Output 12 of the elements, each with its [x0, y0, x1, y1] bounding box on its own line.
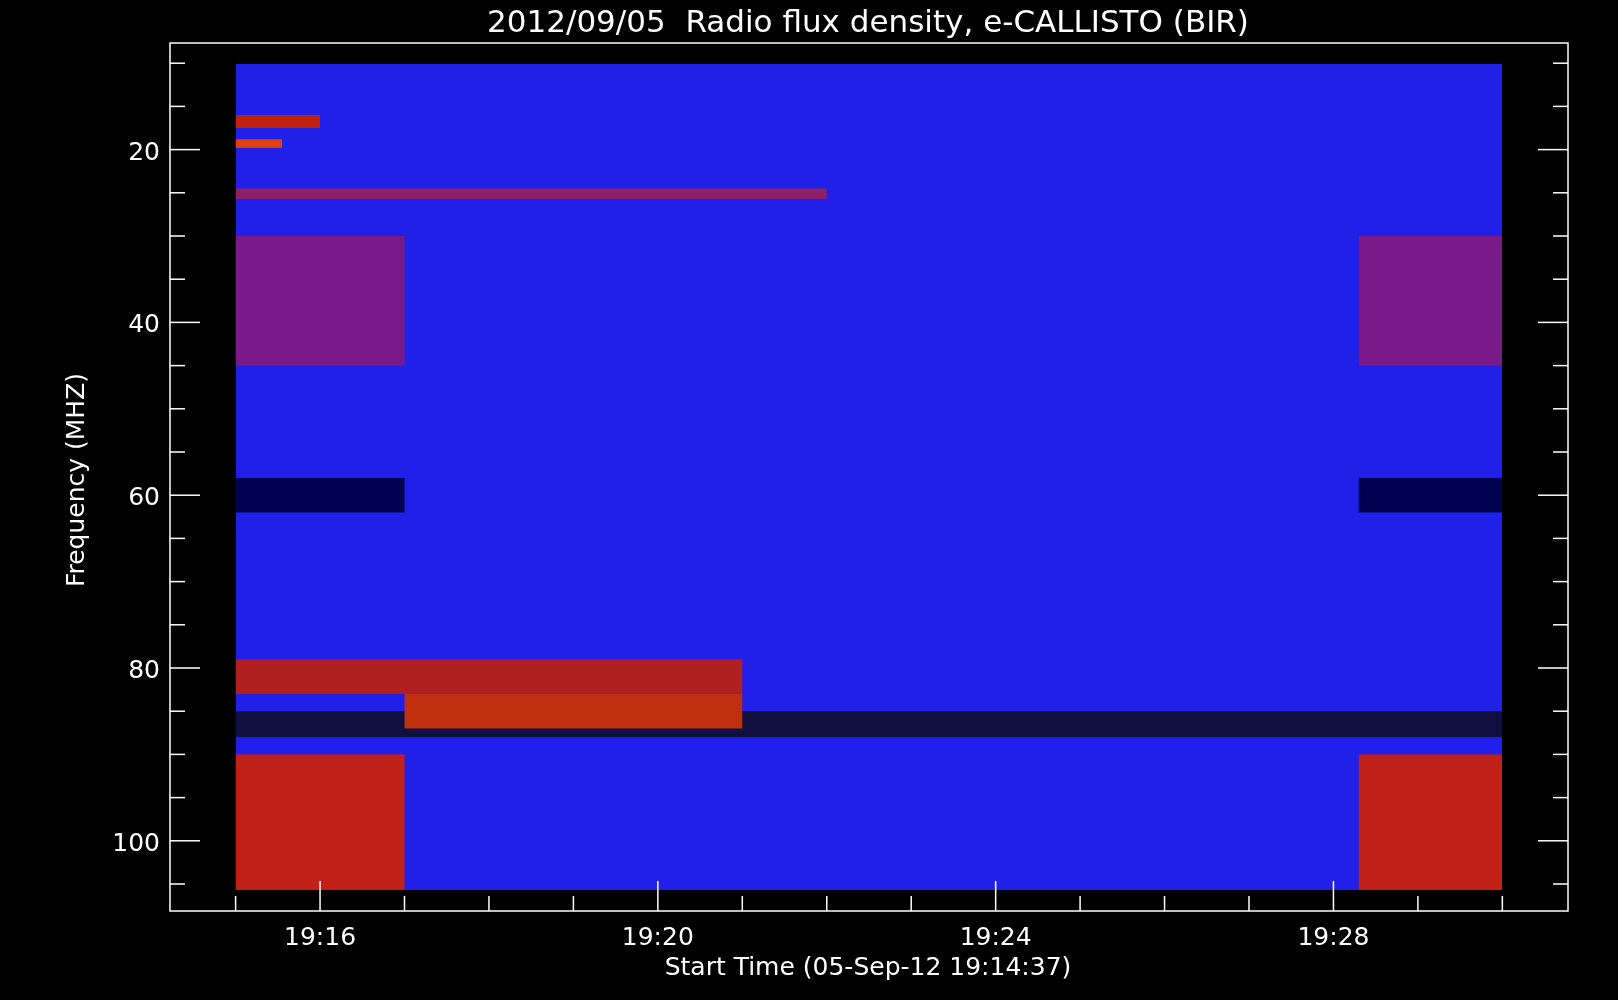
chart-title: 2012/09/05 Radio flux density, e-CALLISTO (BIR) [487, 3, 1249, 39]
y-tick-label: 80 [128, 655, 160, 684]
x-tick-label: 19:24 [959, 922, 1032, 951]
y-tick-label: 20 [128, 136, 160, 166]
x-tick-label: 19:20 [621, 922, 694, 951]
y-tick-label: 100 [112, 827, 160, 857]
y-tick-label: 60 [128, 482, 160, 512]
x-axis-label: Start Time (05-Sep-12 19:14:37) [664, 952, 1072, 981]
x-tick-label: 19:16 [284, 922, 357, 951]
y-axis-label: Frequency (MHZ) [61, 372, 90, 588]
y-tick-label: 40 [128, 309, 160, 339]
x-tick-label: 19:28 [1297, 922, 1370, 951]
